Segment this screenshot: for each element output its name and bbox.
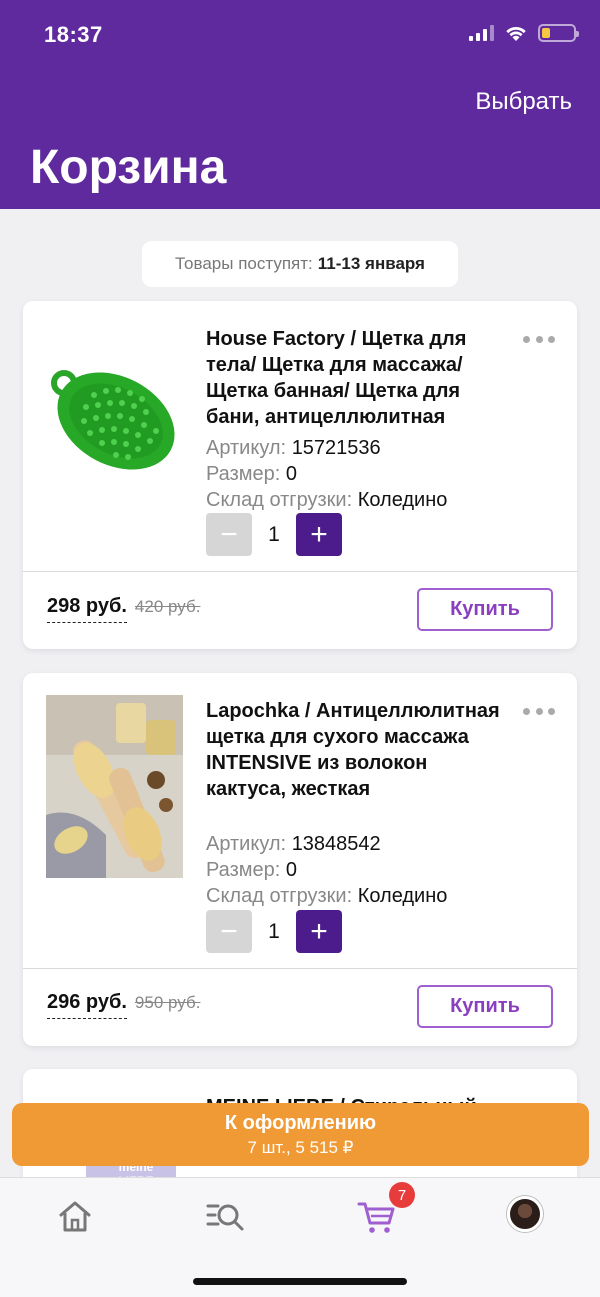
- divider: [23, 968, 577, 969]
- checkout-button[interactable]: К оформлению 7 шт., 5 515 ₽: [12, 1103, 589, 1166]
- quantity-stepper: − 1 +: [206, 513, 342, 556]
- warehouse-row: Склад отгрузки: Коледино: [206, 487, 447, 513]
- size-value: 0: [285, 463, 297, 485]
- status-time: 18:37: [44, 22, 103, 47]
- cart-badge: 7: [389, 1182, 415, 1208]
- sku-label: Артикул:: [206, 833, 287, 855]
- catalog-search-icon[interactable]: [205, 1196, 245, 1236]
- old-price: 950 руб.: [134, 993, 201, 1012]
- sku-label: Артикул:: [206, 437, 287, 459]
- decrease-button[interactable]: −: [206, 513, 252, 556]
- warehouse-label: Склад отгрузки:: [206, 885, 353, 907]
- checkout-summary: 7 шт., 5 515 ₽: [247, 1137, 354, 1157]
- warehouse-row: Склад отгрузки: Коледино: [206, 883, 447, 909]
- buy-button[interactable]: Купить: [417, 985, 553, 1028]
- cart-icon[interactable]: [356, 1196, 396, 1236]
- current-price[interactable]: 296 руб.: [47, 991, 127, 1019]
- sku-row: Артикул: 13848542: [206, 831, 381, 857]
- home-icon[interactable]: [55, 1196, 95, 1236]
- sku-row: Артикул: 15721536: [206, 435, 381, 461]
- quantity-value: 1: [268, 919, 280, 943]
- size-row: Размер: 0: [206, 857, 297, 883]
- product-title[interactable]: House Factory / Щетка для тела/ Щетка дл…: [206, 326, 506, 430]
- warehouse-value: Коледино: [357, 885, 448, 907]
- old-price: 420 руб.: [134, 597, 201, 616]
- more-options-icon[interactable]: [523, 706, 555, 716]
- delivery-prefix: Товары поступят:: [175, 254, 313, 273]
- current-price[interactable]: 298 руб.: [47, 595, 127, 623]
- decrease-button[interactable]: −: [206, 910, 252, 953]
- delivery-dates: 11-13 января: [317, 254, 425, 273]
- sku-value: 13848542: [291, 833, 381, 855]
- size-value: 0: [285, 859, 297, 881]
- status-icons: [469, 24, 579, 42]
- profile-avatar[interactable]: [507, 1196, 543, 1232]
- checkout-label: К оформлению: [224, 1111, 377, 1134]
- increase-button[interactable]: +: [296, 910, 342, 953]
- quantity-stepper: − 1 +: [206, 910, 342, 953]
- cart-item: House Factory / Щетка для тела/ Щетка дл…: [23, 301, 577, 649]
- warehouse-value: Коледино: [357, 489, 448, 511]
- product-title[interactable]: Lapochka / Антицеллюлитная щетка для сух…: [206, 698, 506, 802]
- wifi-icon: [506, 26, 526, 41]
- home-indicator: [193, 1278, 407, 1285]
- increase-button[interactable]: +: [296, 513, 342, 556]
- header: 18:37 Выбрать Корзина: [0, 0, 600, 209]
- buy-button[interactable]: Купить: [417, 588, 553, 631]
- quantity-value: 1: [268, 522, 280, 546]
- delivery-info: Товары поступят: 11-13 января: [142, 241, 458, 287]
- cart-item: Lapochka / Антицеллюлитная щетка для сух…: [23, 673, 577, 1046]
- more-options-icon[interactable]: [523, 334, 555, 344]
- product-image[interactable]: [46, 333, 183, 516]
- warehouse-label: Склад отгрузки:: [206, 489, 353, 511]
- page-title: Корзина: [30, 141, 227, 194]
- sku-value: 15721536: [291, 437, 381, 459]
- size-label: Размер:: [206, 859, 281, 881]
- price-block: 298 руб. 420 руб.: [47, 595, 200, 623]
- size-row: Размер: 0: [206, 461, 297, 487]
- battery-icon: [538, 24, 579, 42]
- size-label: Размер:: [206, 463, 281, 485]
- product-image[interactable]: [46, 695, 183, 878]
- signal-icon: [469, 25, 494, 41]
- price-block: 296 руб. 950 руб.: [47, 991, 200, 1019]
- divider: [23, 571, 577, 572]
- select-button[interactable]: Выбрать: [475, 88, 572, 116]
